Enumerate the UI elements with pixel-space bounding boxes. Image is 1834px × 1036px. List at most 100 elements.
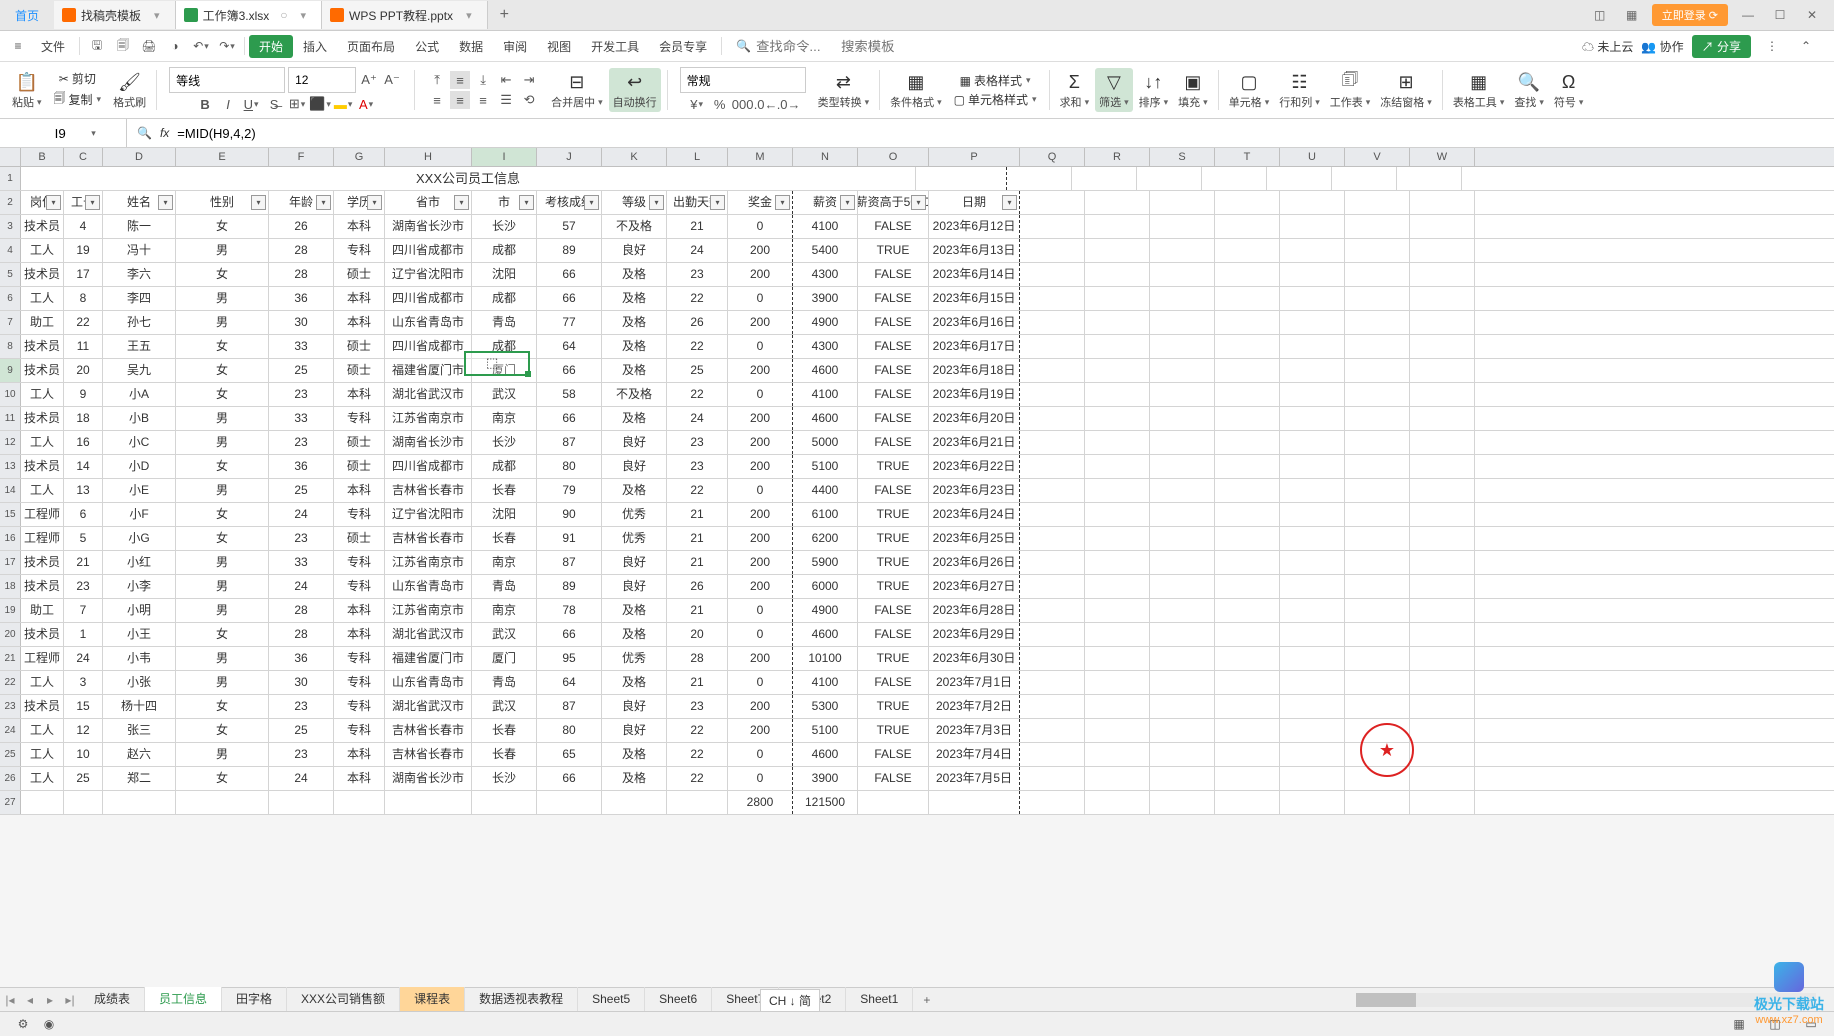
data-cell[interactable]: 2023年6月18日 <box>929 359 1020 382</box>
data-cell[interactable]: 长沙 <box>472 431 537 454</box>
data-cell[interactable]: 25 <box>667 359 728 382</box>
data-cell[interactable]: 女 <box>176 623 269 646</box>
data-cell[interactable]: FALSE <box>858 671 929 694</box>
data-cell[interactable]: 小明 <box>103 599 176 622</box>
data-cell[interactable]: 2023年7月4日 <box>929 743 1020 766</box>
row-header[interactable]: 20 <box>0 623 21 646</box>
data-cell[interactable]: 良好 <box>602 239 667 262</box>
data-cell[interactable]: 吉林省长春市 <box>385 479 472 502</box>
data-cell[interactable] <box>385 791 472 814</box>
data-cell[interactable]: 3900 <box>793 287 858 310</box>
header-cell[interactable]: 年龄▾ <box>269 191 334 214</box>
row-header[interactable]: 19 <box>0 599 21 622</box>
row-header[interactable]: 4 <box>0 239 21 262</box>
row-header[interactable]: 3 <box>0 215 21 238</box>
header-cell[interactable]: 市▾ <box>472 191 537 214</box>
data-cell[interactable]: 硕士 <box>334 359 385 382</box>
data-cell[interactable]: 小B <box>103 407 176 430</box>
data-cell[interactable]: 工人 <box>21 479 64 502</box>
data-cell[interactable]: 90 <box>537 503 602 526</box>
data-cell[interactable]: 2023年6月13日 <box>929 239 1020 262</box>
data-cell[interactable]: 5400 <box>793 239 858 262</box>
font-select[interactable] <box>169 67 285 93</box>
header-cell[interactable]: 出勤天数▾ <box>667 191 728 214</box>
data-cell[interactable]: TRUE <box>858 575 929 598</box>
data-cell[interactable]: 湖北省武汉市 <box>385 623 472 646</box>
data-cell[interactable]: 25 <box>269 359 334 382</box>
data-cell[interactable]: 福建省厦门市 <box>385 359 472 382</box>
sheet-nav-last[interactable]: ▸| <box>60 993 80 1007</box>
data-cell[interactable]: 0 <box>728 383 793 406</box>
data-cell[interactable]: 硕士 <box>334 431 385 454</box>
data-cell[interactable]: 200 <box>728 575 793 598</box>
data-cell[interactable]: 南京 <box>472 407 537 430</box>
data-cell[interactable]: 吉林省长春市 <box>385 719 472 742</box>
sheet-tab[interactable]: 员工信息 <box>145 987 222 1013</box>
col-header-H[interactable]: H <box>385 148 472 166</box>
data-cell[interactable]: 22 <box>667 743 728 766</box>
cut-button[interactable]: ✂ 剪切 <box>59 70 96 87</box>
data-cell[interactable]: 陈一 <box>103 215 176 238</box>
data-cell[interactable]: 本科 <box>334 383 385 406</box>
col-header-V[interactable]: V <box>1345 148 1410 166</box>
data-cell[interactable]: 山东省青岛市 <box>385 671 472 694</box>
data-cell[interactable]: 技术员 <box>21 551 64 574</box>
data-cell[interactable]: 24 <box>269 575 334 598</box>
zoom-icon[interactable]: 🔍 <box>137 126 152 140</box>
data-cell[interactable]: 5100 <box>793 719 858 742</box>
data-cell[interactable]: 男 <box>176 239 269 262</box>
data-cell[interactable]: 青岛 <box>472 575 537 598</box>
cell-style-button[interactable]: ▢ 单元格样式▾ <box>954 91 1037 108</box>
data-cell[interactable]: 21 <box>667 215 728 238</box>
data-cell[interactable]: 本科 <box>334 599 385 622</box>
data-cell[interactable]: 小E <box>103 479 176 502</box>
sheet-tab[interactable]: XXX公司销售额 <box>287 987 400 1011</box>
data-cell[interactable] <box>472 791 537 814</box>
new-tab-button[interactable]: + <box>488 6 521 24</box>
menu-插入[interactable]: 插入 <box>293 35 337 58</box>
data-cell[interactable]: 工人 <box>21 239 64 262</box>
data-cell[interactable]: 5900 <box>793 551 858 574</box>
filter-dropdown-icon[interactable]: ▾ <box>454 195 469 210</box>
filter-dropdown-icon[interactable]: ▾ <box>316 195 331 210</box>
header-cell[interactable]: 奖金▾ <box>728 191 793 214</box>
row-header[interactable]: 25 <box>0 743 21 766</box>
data-cell[interactable]: 硕士 <box>334 335 385 358</box>
data-cell[interactable]: 66 <box>537 359 602 382</box>
data-cell[interactable]: 工人 <box>21 287 64 310</box>
data-cell[interactable]: 2023年6月14日 <box>929 263 1020 286</box>
data-cell[interactable]: 硕士 <box>334 455 385 478</box>
data-cell[interactable]: 工程师 <box>21 527 64 550</box>
data-cell[interactable]: 14 <box>64 455 103 478</box>
col-header-R[interactable]: R <box>1085 148 1150 166</box>
col-header-G[interactable]: G <box>334 148 385 166</box>
data-cell[interactable] <box>176 791 269 814</box>
data-cell[interactable]: 本科 <box>334 623 385 646</box>
data-cell[interactable]: 79 <box>537 479 602 502</box>
data-cell[interactable]: 65 <box>537 743 602 766</box>
data-cell[interactable]: 南京 <box>472 599 537 622</box>
data-cell[interactable]: 4100 <box>793 215 858 238</box>
filter-dropdown-icon[interactable]: ▾ <box>584 195 599 210</box>
header-cell[interactable]: 等级▾ <box>602 191 667 214</box>
home-tab[interactable]: 首页 <box>0 0 54 30</box>
data-cell[interactable]: 200 <box>728 407 793 430</box>
col-header-K[interactable]: K <box>602 148 667 166</box>
data-cell[interactable]: 湖南省长沙市 <box>385 215 472 238</box>
data-cell[interactable]: 77 <box>537 311 602 334</box>
data-cell[interactable]: 2023年6月30日 <box>929 647 1020 670</box>
data-cell[interactable]: 沈阳 <box>472 503 537 526</box>
data-cell[interactable]: FALSE <box>858 407 929 430</box>
data-cell[interactable]: 李四 <box>103 287 176 310</box>
data-cell[interactable]: 24 <box>667 407 728 430</box>
data-cell[interactable]: 良好 <box>602 455 667 478</box>
data-cell[interactable]: 58 <box>537 383 602 406</box>
header-cell[interactable]: 考核成绩▾ <box>537 191 602 214</box>
data-cell[interactable]: 长春 <box>472 719 537 742</box>
data-cell[interactable]: 张三 <box>103 719 176 742</box>
sheet-tab[interactable]: Sheet6 <box>645 987 712 1011</box>
data-cell[interactable]: 13 <box>64 479 103 502</box>
data-cell[interactable]: 辽宁省沈阳市 <box>385 503 472 526</box>
data-cell[interactable]: 孙七 <box>103 311 176 334</box>
data-cell[interactable]: 2023年6月27日 <box>929 575 1020 598</box>
